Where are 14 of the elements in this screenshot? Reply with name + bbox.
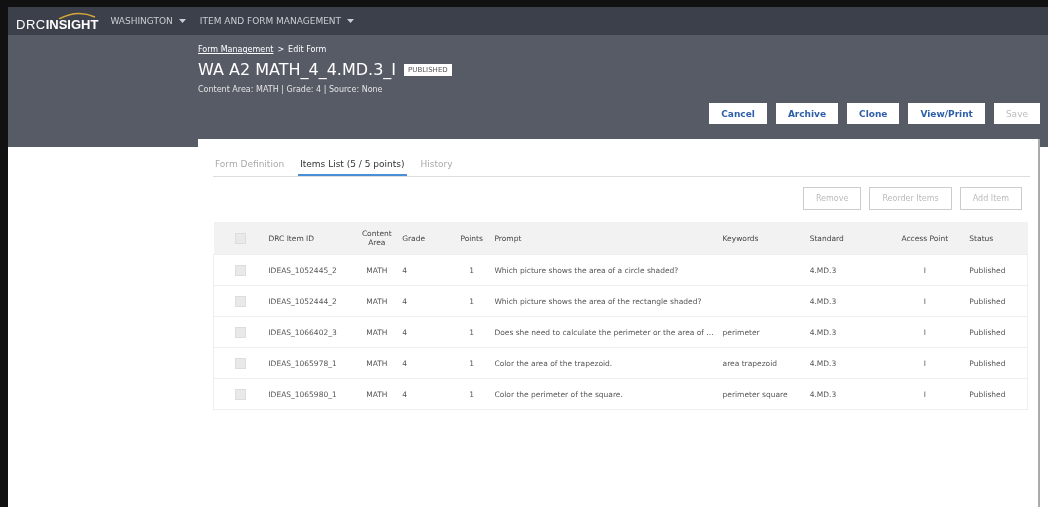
breadcrumb-link[interactable]: Form Management [198, 45, 274, 54]
nav-menu[interactable]: WASHINGTON [110, 16, 186, 26]
header-button[interactable]: Clone [847, 103, 900, 124]
logo-text: INSIGHT [45, 16, 99, 32]
header-button[interactable]: Archive [775, 103, 839, 124]
nav-menu[interactable]: ITEM AND FORM MANAGEMENT [199, 16, 355, 26]
form-title: WA A2 MATH_4_4.MD.3_I [198, 60, 397, 79]
breadcrumb-current: Edit Form [288, 45, 327, 54]
form-meta: Content Area: MATH | Grade: 4 | Source: None [198, 85, 384, 94]
header-button[interactable]: View/Print [908, 103, 985, 124]
breadcrumb-separator: > [277, 45, 285, 54]
tab[interactable]: Items List (5 / 5 points) [298, 155, 407, 176]
logo-text: DRC [16, 16, 46, 32]
header-button[interactable]: Cancel [709, 103, 767, 124]
